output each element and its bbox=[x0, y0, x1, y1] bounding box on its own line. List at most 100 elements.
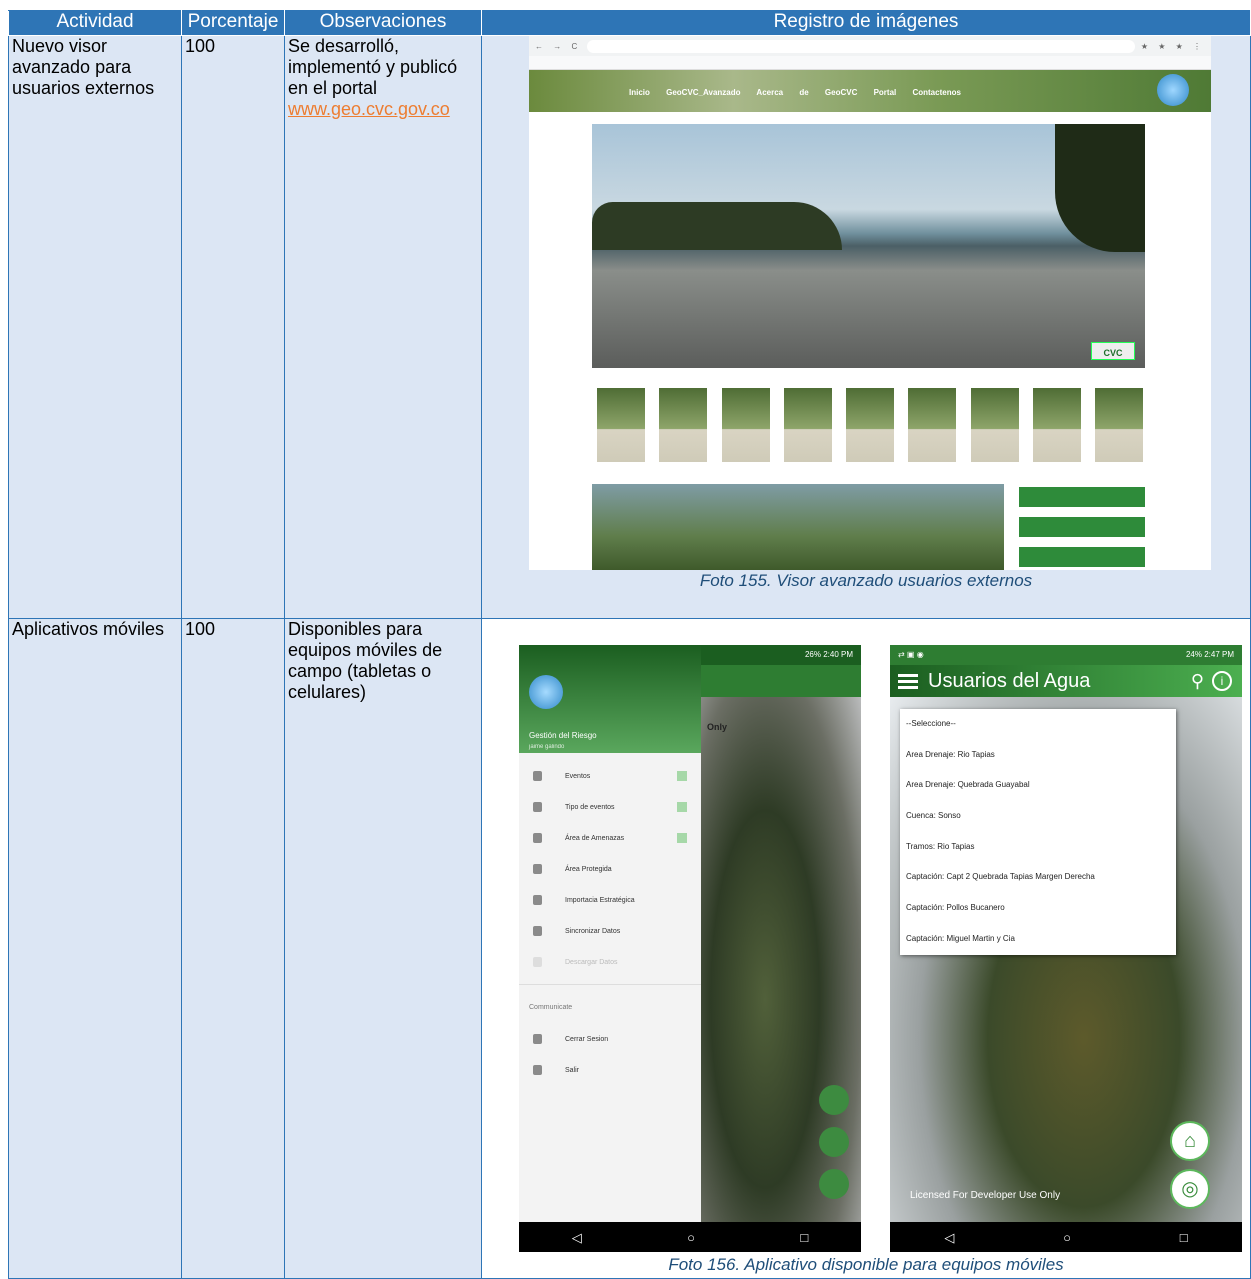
status-time: 24% 2:47 PM bbox=[1185, 650, 1234, 659]
home-icon[interactable]: ○ bbox=[687, 1227, 695, 1248]
checkbox-icon[interactable] bbox=[677, 833, 687, 843]
lower-photo bbox=[592, 484, 1004, 570]
browser-bookmarks bbox=[529, 56, 1211, 70]
cell-imagen: ← → C ★ ★ ★ ⋮ Inicio GeoCVC_Avanzado Ace… bbox=[481, 35, 1251, 619]
status-icons: ⇄ ▣ ◉ bbox=[898, 650, 924, 659]
recents-icon[interactable]: □ bbox=[1180, 1227, 1188, 1248]
drawer-item-label: Importacia Estratégica bbox=[565, 897, 635, 904]
drawer-header: Gestión del Riesgo jaime galindo bbox=[519, 645, 701, 753]
site-banner: Inicio GeoCVC_Avanzado Acerca de GeoCVC … bbox=[529, 70, 1211, 112]
checkbox-icon[interactable] bbox=[677, 802, 687, 812]
layer-icon bbox=[533, 895, 542, 905]
drawer-item[interactable]: Eventos bbox=[519, 761, 701, 792]
portal-link[interactable]: www.geo.cvc.gov.co bbox=[288, 99, 450, 119]
thumbnail bbox=[659, 388, 708, 462]
cell-actividad: Aplicativos móviles bbox=[8, 618, 182, 1279]
browser-toolbar: ← → C ★ ★ ★ ⋮ bbox=[529, 36, 1211, 56]
drawer-item-label: Tipo de eventos bbox=[565, 804, 615, 811]
fab-button[interactable] bbox=[819, 1127, 849, 1157]
cell-porcentaje: 100 bbox=[181, 35, 285, 619]
dropdown-option[interactable]: Captación: Pollos Bucanero bbox=[900, 893, 1176, 924]
site-menu: Inicio GeoCVC_Avanzado Acerca de GeoCVC … bbox=[629, 88, 961, 97]
drawer-item[interactable]: Cerrar Sesion bbox=[519, 1024, 701, 1055]
green-button bbox=[1019, 517, 1145, 537]
header-porcentaje: Porcentaje bbox=[181, 10, 285, 36]
drawer-item-label: Área de Amenazas bbox=[565, 835, 625, 842]
table-header-row: Actividad Porcentaje Observaciones Regis… bbox=[8, 10, 1251, 36]
locate-icon[interactable]: ◎ bbox=[1170, 1169, 1210, 1209]
hero-cliff bbox=[1055, 124, 1145, 252]
green-button bbox=[1019, 547, 1145, 567]
activities-table: Actividad Porcentaje Observaciones Regis… bbox=[8, 10, 1251, 1279]
drawer-item-label: Sincronizar Datos bbox=[565, 928, 621, 935]
checkbox-icon[interactable] bbox=[677, 771, 687, 781]
layer-icon bbox=[533, 771, 542, 781]
drawer-item[interactable]: Tipo de eventos bbox=[519, 792, 701, 823]
drawer-item[interactable]: Descargar Datos bbox=[519, 947, 701, 978]
drawer-item[interactable]: Área de Amenazas bbox=[519, 823, 701, 854]
thumbnail bbox=[1095, 388, 1143, 462]
dropdown-option[interactable]: Tramos: Rio Tapias bbox=[900, 832, 1176, 863]
info-icon[interactable]: i bbox=[1212, 671, 1232, 691]
observaciones-text: Se desarrolló, implementó y publicó en e… bbox=[288, 36, 458, 98]
status-bar: ⇄ ▣ ◉ 24% 2:47 PM bbox=[890, 645, 1242, 665]
thumbnail bbox=[846, 388, 894, 462]
phone-screenshots: Only ⇄ ↑ ▣ ◉26% 2:40 PM Gestión del Ries… bbox=[485, 645, 1247, 1252]
recents-icon[interactable]: □ bbox=[800, 1227, 808, 1248]
cell-observaciones: Disponibles para equipos móviles de camp… bbox=[284, 618, 482, 1279]
thumbnail bbox=[721, 388, 770, 462]
fab-button[interactable] bbox=[819, 1085, 849, 1115]
drawer-item-label: Cerrar Sesion bbox=[565, 1036, 609, 1043]
caption-155: Foto 155. Visor avanzado usuarios extern… bbox=[699, 571, 1033, 590]
phone-riesgo: Only ⇄ ↑ ▣ ◉26% 2:40 PM Gestión del Ries… bbox=[519, 645, 861, 1252]
dropdown-option[interactable]: Area Drenaje: Rio Tapias bbox=[900, 740, 1176, 771]
drawer-user: jaime galindo bbox=[529, 744, 565, 750]
cell-actividad: Nuevo visor avanzado para usuarios exter… bbox=[8, 35, 182, 619]
menu-icon[interactable] bbox=[898, 674, 918, 677]
search-icon[interactable]: ⚲ bbox=[1191, 665, 1204, 697]
back-icon[interactable]: ◁ bbox=[572, 1227, 582, 1248]
sync-icon bbox=[533, 926, 542, 936]
drawer-item-label: Eventos bbox=[565, 773, 591, 780]
dropdown-option[interactable]: Area Drenaje: Quebrada Guayabal bbox=[900, 770, 1176, 801]
status-time: 26% 2:40 PM bbox=[804, 650, 853, 659]
drawer-item-label: Descargar Datos bbox=[565, 959, 618, 966]
back-icon[interactable]: ◁ bbox=[944, 1227, 954, 1248]
download-icon bbox=[533, 957, 542, 967]
table-row: Nuevo visor avanzado para usuarios exter… bbox=[8, 35, 1251, 619]
browser-url-bar bbox=[587, 39, 1135, 53]
fab-button[interactable] bbox=[819, 1169, 849, 1199]
browser-menu-icons: ★ ★ ★ ⋮ bbox=[1140, 41, 1205, 51]
header-observaciones: Observaciones bbox=[284, 10, 482, 36]
nav-drawer: Gestión del Riesgo jaime galindo Eventos… bbox=[519, 645, 701, 1222]
drawer-avatar bbox=[529, 675, 563, 709]
thumbnail bbox=[970, 388, 1019, 462]
cvc-logo: CVC bbox=[1091, 342, 1135, 360]
dropdown-option[interactable]: Captación: Capt 2 Quebrada Tapias Margen… bbox=[900, 862, 1176, 893]
dropdown-option[interactable]: --Seleccione-- bbox=[900, 709, 1176, 740]
drawer-item[interactable]: Importacia Estratégica bbox=[519, 885, 701, 916]
visor-screenshot: ← → C ★ ★ ★ ⋮ Inicio GeoCVC_Avanzado Ace… bbox=[529, 36, 1211, 570]
drawer-item[interactable]: Salir bbox=[519, 1055, 701, 1086]
drawer-item[interactable]: Sincronizar Datos bbox=[519, 916, 701, 947]
app-bar: Usuarios del Agua ⚲ i bbox=[890, 665, 1242, 697]
cell-observaciones: Se desarrolló, implementó y publicó en e… bbox=[284, 35, 482, 619]
dropdown-option[interactable]: Cuenca: Sonso bbox=[900, 801, 1176, 832]
map-watermark: Only bbox=[707, 722, 728, 732]
android-navbar: ◁ ○ □ bbox=[890, 1222, 1242, 1252]
layer-icon bbox=[533, 833, 542, 843]
drawer-item-label: Salir bbox=[565, 1067, 580, 1074]
home-icon[interactable]: ○ bbox=[1063, 1227, 1071, 1248]
table-row: Aplicativos móviles 100 Disponibles para… bbox=[8, 618, 1251, 1279]
app-title: Usuarios del Agua bbox=[928, 670, 1091, 692]
dropdown-option[interactable]: Captación: Miguel Martin y Cia bbox=[900, 924, 1176, 955]
layer-dropdown[interactable]: --Seleccione-- Area Drenaje: Rio Tapias … bbox=[900, 709, 1176, 955]
thumbnail-strip bbox=[597, 388, 1143, 462]
home-map-icon[interactable]: ⌂ bbox=[1170, 1121, 1210, 1161]
drawer-item-label: Área Protegida bbox=[565, 866, 612, 873]
drawer-section: Communicate bbox=[529, 1004, 573, 1011]
hero-island bbox=[592, 202, 842, 250]
thumbnail bbox=[908, 388, 957, 462]
app-bar bbox=[701, 665, 861, 697]
drawer-item[interactable]: Área Protegida bbox=[519, 854, 701, 885]
